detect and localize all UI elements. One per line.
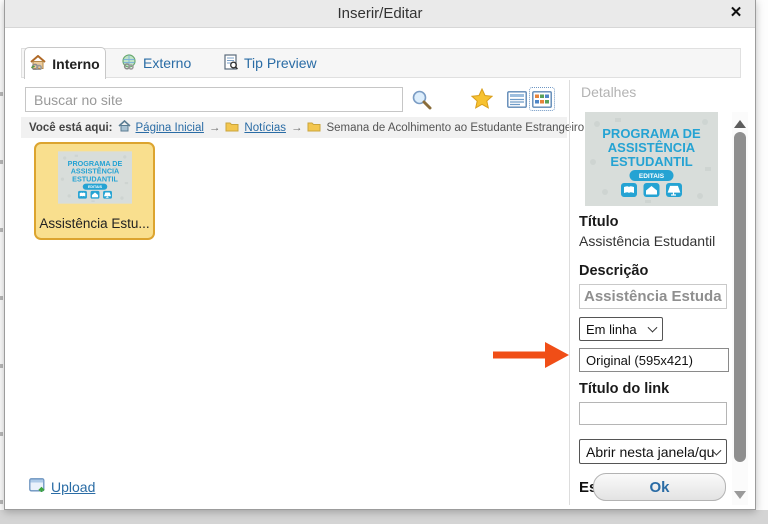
details-preview-image: PROGRAMA DE ASSISTÊNCIA ESTUDANTIL EDITA… <box>585 112 718 206</box>
description-label: Descrição <box>579 263 648 279</box>
dialog-titlebar: Inserir/Editar <box>5 0 755 28</box>
image-result-card[interactable]: PROGRAMA DE ASSISTÊNCIA ESTUDANTIL EDITA… <box>34 142 155 240</box>
panel-scrollbar-thumb[interactable] <box>734 132 746 462</box>
breadcrumb-link-home[interactable]: Página Inicial <box>136 122 204 134</box>
description-input[interactable] <box>579 284 727 309</box>
image-size-value: Original (595x421) <box>586 353 693 368</box>
ok-button[interactable]: Ok <box>593 473 726 501</box>
details-heading: Detalhes <box>581 84 636 100</box>
page-behind-bottom <box>0 510 768 524</box>
breadcrumb-separator: → <box>291 122 303 134</box>
image-size-select[interactable]: Original (595x421) <box>579 348 729 372</box>
display-mode-value: Em linha <box>586 322 637 337</box>
svg-text:EDITAIS: EDITAIS <box>639 173 665 180</box>
tab-externo-label: Externo <box>143 55 191 71</box>
link-title-label: Título do link <box>579 381 669 397</box>
dialog-title: Inserir/Editar <box>337 5 422 22</box>
search-icon[interactable] <box>411 89 432 115</box>
favorites-star-icon[interactable] <box>471 88 493 114</box>
breadcrumb-prefix: Você está aqui: <box>29 122 113 134</box>
globe-tab-icon <box>121 54 137 73</box>
title-label: Título <box>579 214 618 230</box>
screen: Inserir/Editar ✕ Interno <box>0 0 768 524</box>
tab-tip-preview-label: Tip Preview <box>244 55 317 71</box>
breadcrumb: Você está aqui: Página Inicial → Notícia… <box>21 117 567 138</box>
insert-edit-dialog: Inserir/Editar ✕ Interno <box>4 0 756 510</box>
list-view-icon[interactable] <box>507 91 527 113</box>
upload-label: Upload <box>51 479 95 495</box>
close-icon[interactable]: ✕ <box>725 2 747 24</box>
breadcrumb-current: Semana de Acolhimento ao Estudante Estra… <box>326 122 584 134</box>
result-thumbnail-image: PROGRAMA DE ASSISTÊNCIA ESTUDANTIL EDITA… <box>58 151 132 204</box>
svg-text:PROGRAMA DE: PROGRAMA DE <box>602 126 701 141</box>
upload-icon <box>29 478 46 496</box>
svg-text:ESTUDANTIL: ESTUDANTIL <box>72 174 118 183</box>
tab-tip-preview[interactable]: Tip Preview <box>224 48 317 78</box>
breadcrumb-home-icon <box>118 120 131 135</box>
chevron-down-icon <box>648 323 658 333</box>
breadcrumb-separator: → <box>209 122 221 134</box>
link-target-select[interactable]: Abrir nesta janela/qu <box>579 439 727 464</box>
svg-text:EDITAIS: EDITAIS <box>88 185 103 189</box>
link-target-value: Abrir nesta janela/qu <box>586 444 714 460</box>
title-value: Assistência Estudantil <box>579 233 715 249</box>
upload-link[interactable]: Upload <box>29 478 95 496</box>
document-preview-tab-icon <box>224 54 238 73</box>
tab-externo[interactable]: Externo <box>121 48 191 78</box>
page-behind-edge <box>0 28 3 510</box>
scroll-up-icon[interactable] <box>734 115 746 133</box>
svg-text:ASSISTÊNCIA: ASSISTÊNCIA <box>608 140 696 155</box>
result-caption: Assistência Estu... <box>36 216 153 231</box>
display-mode-select[interactable]: Em linha <box>579 317 663 341</box>
tab-interno-label: Interno <box>52 56 99 72</box>
link-title-input[interactable] <box>579 402 727 425</box>
tab-interno[interactable]: Interno <box>24 47 106 79</box>
search-input[interactable] <box>25 87 403 112</box>
annotation-arrow-icon <box>493 340 569 375</box>
grid-view-icon[interactable] <box>529 87 555 111</box>
panel-divider <box>569 80 570 505</box>
scroll-down-icon[interactable] <box>734 486 746 504</box>
svg-text:ESTUDANTIL: ESTUDANTIL <box>610 154 692 169</box>
folder-icon <box>225 121 239 135</box>
breadcrumb-link-noticias[interactable]: Notícias <box>244 122 286 134</box>
folder-icon <box>307 121 321 135</box>
home-tab-icon <box>30 55 46 73</box>
